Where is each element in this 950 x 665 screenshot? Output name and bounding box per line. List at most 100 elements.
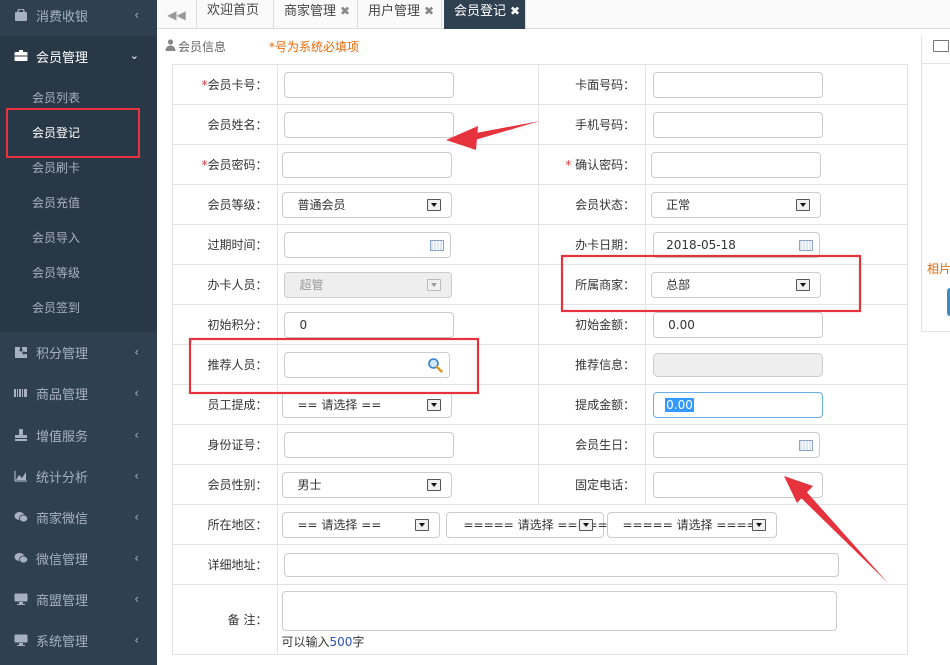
chevron-left-icon: ‹: [134, 428, 139, 442]
calendar-icon[interactable]: [799, 439, 814, 451]
close-icon[interactable]: ✖: [340, 4, 350, 18]
id-card-input[interactable]: [284, 431, 455, 458]
birthday-input[interactable]: [653, 431, 821, 458]
select-arrow-icon: [579, 518, 594, 531]
sub-item-member-level[interactable]: 会员等级: [0, 256, 157, 291]
chevron-left-icon: ‹: [134, 510, 139, 524]
sub-item-member-recharge[interactable]: 会员充值: [0, 186, 157, 221]
card-date-input[interactable]: 2018-05-18: [653, 231, 821, 258]
sub-item-member-import[interactable]: 会员导入: [0, 221, 157, 256]
select-arrow-icon: [752, 518, 767, 531]
tel-input[interactable]: [653, 471, 824, 498]
region-label: 所在地区：: [171, 504, 279, 545]
select-arrow-icon: [427, 478, 442, 491]
wechat-icon: [14, 511, 29, 523]
nav-item-value-added[interactable]: 增值服务 ‹: [0, 415, 157, 455]
nav-item-points[interactable]: 积分管理 ‹: [0, 332, 157, 372]
search-icon[interactable]: [427, 357, 444, 373]
chevron-left-icon: ‹: [134, 8, 139, 22]
puzzle-icon: [14, 346, 28, 358]
merchant-label: 所属商家：: [538, 264, 647, 305]
referrer-label: 推荐人员：: [171, 344, 279, 385]
select-arrow-icon: [796, 278, 811, 291]
chevron-left-icon: ‹: [134, 386, 139, 400]
double-chevron-left-icon[interactable]: ◀◀: [157, 0, 197, 29]
card-no-input[interactable]: [284, 71, 455, 98]
photo-panel: 相片: [921, 36, 950, 332]
nav-item-merchant-wechat[interactable]: 商家微信 ‹: [0, 497, 157, 537]
id-card-icon: [14, 50, 28, 62]
tab-member-register[interactable]: 会员登记 ✖: [444, 0, 526, 29]
chevron-left-icon: ‹: [134, 551, 139, 565]
nav-label: 增值服务: [36, 429, 89, 445]
city-select[interactable]: ===== 请选择 =====: [446, 511, 608, 538]
province-select[interactable]: == 请选择 ==: [282, 511, 441, 538]
address-input[interactable]: [284, 552, 840, 577]
chevron-left-icon: ‹: [134, 633, 139, 647]
calendar-icon[interactable]: [430, 239, 445, 251]
status-select[interactable]: 正常: [651, 191, 822, 218]
birthday-label: 会员生日：: [538, 424, 647, 465]
nav-label: 商家微信: [36, 511, 89, 527]
phone-label: 手机号码：: [538, 104, 647, 145]
sidebar: 消费收银 ‹ 会员管理 ⌄ 会员列表 会员登记 会员刷卡 会员充值 会员导入 会…: [0, 0, 157, 665]
desktop-icon: [14, 593, 28, 605]
gender-label: 会员性别：: [171, 464, 279, 505]
nav-item-wechat-manage[interactable]: 微信管理 ‹: [0, 538, 157, 578]
nav-item-system[interactable]: 系统管理 ‹: [0, 620, 157, 660]
nav-item-goods[interactable]: 商品管理 ‹: [0, 373, 157, 413]
confirm-password-input[interactable]: [651, 151, 822, 178]
tab-bar: ◀◀ 欢迎首页 商家管理 ✖ 用户管理 ✖ 会员登记 ✖: [157, 0, 950, 29]
referrer-info-label: 推荐信息：: [538, 344, 647, 385]
select-arrow-icon: [427, 198, 442, 211]
shopping-bag-icon: [14, 8, 28, 21]
nav-item-alliance[interactable]: 商盟管理 ‹: [0, 579, 157, 619]
remark-hint: 可以输入500字: [281, 635, 365, 649]
sub-item-member-signin[interactable]: 会员签到: [0, 291, 157, 326]
name-input[interactable]: [284, 111, 455, 138]
district-select[interactable]: ===== 请选择 =====: [607, 511, 778, 538]
remark-textarea[interactable]: [282, 591, 838, 631]
stamp-icon: [14, 429, 28, 441]
area-chart-icon: [14, 470, 28, 482]
card-no-label: *会员卡号：: [171, 64, 279, 105]
nav-item-statistics[interactable]: 统计分析 ‹: [0, 456, 157, 496]
phone-input[interactable]: [653, 111, 824, 138]
commission-amount-input[interactable]: 0.00: [653, 391, 824, 418]
tab-label: 商家管理: [284, 4, 337, 19]
nav-label: 系统管理: [36, 634, 89, 650]
password-input[interactable]: [282, 151, 453, 178]
init-points-label: 初始积分：: [171, 304, 279, 345]
panel-header: 会员信息 *号为系统必填项: [165, 36, 910, 58]
status-label: 会员状态：: [538, 184, 647, 225]
level-select[interactable]: 普通会员: [282, 191, 453, 218]
gender-select[interactable]: 男士: [282, 471, 453, 498]
nav-item-members[interactable]: 会员管理 ⌄: [0, 36, 157, 76]
chevron-left-icon: ‹: [134, 592, 139, 606]
panel-title: 会员信息: [178, 40, 227, 54]
tab-user-manage[interactable]: 用户管理 ✖: [358, 0, 442, 29]
calendar-icon[interactable]: [799, 239, 814, 251]
expire-date-input[interactable]: [284, 231, 452, 258]
init-amount-label: 初始金额：: [538, 304, 647, 345]
init-points-input[interactable]: 0: [284, 311, 455, 338]
face-no-input[interactable]: [653, 71, 824, 98]
close-icon[interactable]: ✖: [510, 4, 520, 18]
close-icon[interactable]: ✖: [424, 4, 434, 18]
operator-select: 超管: [284, 271, 453, 298]
image-icon: [933, 40, 949, 52]
commission-staff-select[interactable]: == 请选择 ==: [282, 391, 453, 418]
confirm-password-label: * 确认密码：: [538, 144, 647, 185]
highlight-box: [6, 108, 140, 158]
chevron-left-icon: ‹: [134, 469, 139, 483]
init-amount-input[interactable]: 0.00: [653, 311, 824, 338]
nav-item-checkout[interactable]: 消费收银 ‹: [0, 0, 157, 35]
nav-label: 积分管理: [36, 346, 89, 362]
tab-welcome[interactable]: 欢迎首页: [197, 0, 274, 29]
face-no-label: 卡面号码：: [538, 64, 647, 105]
remark-label: 备 注：: [171, 584, 279, 655]
merchant-select[interactable]: 总部: [651, 271, 822, 298]
tab-merchant-manage[interactable]: 商家管理 ✖: [274, 0, 358, 29]
expire-label: 过期时间：: [171, 224, 279, 265]
referrer-input[interactable]: [284, 351, 451, 378]
